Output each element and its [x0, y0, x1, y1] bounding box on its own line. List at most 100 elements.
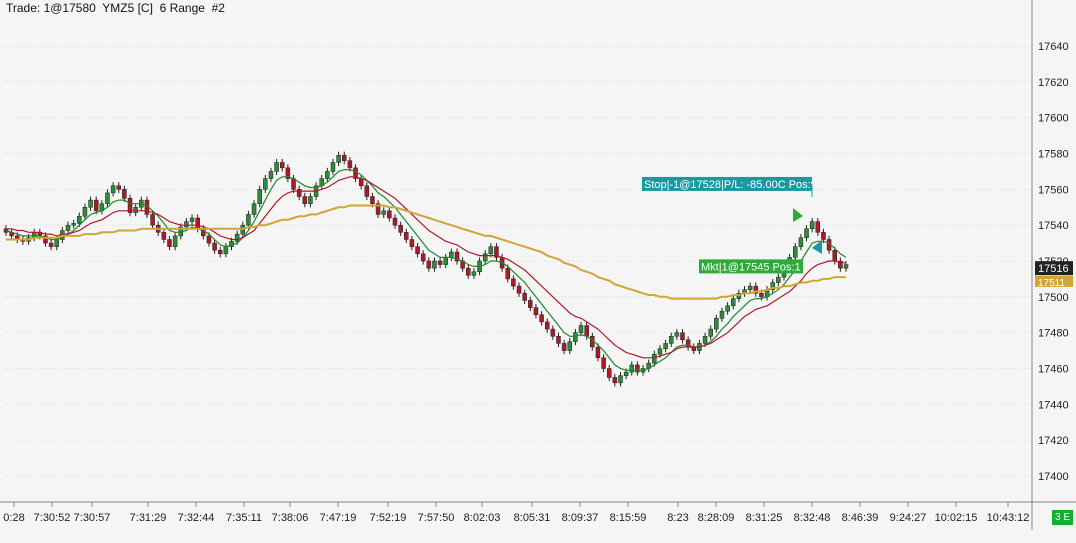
candle-body[interactable] — [167, 239, 172, 247]
candle-body[interactable] — [674, 332, 680, 337]
market-order-label[interactable]: Mkt|1@17545 Pos:1 — [701, 261, 801, 273]
candle-body[interactable] — [652, 353, 657, 364]
candle-body[interactable] — [223, 246, 229, 255]
candle-body[interactable] — [505, 267, 510, 280]
candle-body[interactable] — [257, 189, 262, 204]
candle-body[interactable] — [217, 250, 223, 255]
candle-body[interactable] — [815, 221, 821, 233]
candle-body[interactable] — [511, 278, 516, 287]
candle-body[interactable] — [730, 298, 736, 307]
candle-body[interactable] — [714, 318, 719, 330]
candle-body[interactable] — [195, 217, 200, 229]
candle-body[interactable] — [821, 232, 826, 240]
candle-body[interactable] — [539, 314, 544, 323]
candle-body[interactable] — [105, 192, 110, 204]
candle-body[interactable] — [663, 343, 668, 350]
candle-body[interactable] — [482, 253, 488, 262]
candle-body[interactable] — [381, 210, 386, 215]
candle-body[interactable] — [251, 203, 257, 215]
candle-body[interactable] — [370, 196, 375, 204]
candle-body[interactable] — [409, 239, 415, 247]
candle-body[interactable] — [82, 207, 88, 217]
candle-body[interactable] — [392, 217, 398, 226]
candle-body[interactable] — [629, 364, 635, 373]
candle-body[interactable] — [606, 368, 612, 378]
candle-body[interactable] — [618, 375, 623, 384]
candle-body[interactable] — [612, 377, 618, 384]
candle-body[interactable] — [364, 185, 370, 197]
candle-body[interactable] — [302, 196, 308, 204]
candle-body[interactable] — [550, 328, 556, 337]
candle-body[interactable] — [54, 239, 59, 247]
candle-body[interactable] — [110, 185, 116, 194]
candle-body[interactable] — [172, 235, 178, 247]
candle-body[interactable] — [116, 185, 122, 190]
candle-body[interactable] — [516, 285, 522, 294]
candle-body[interactable] — [578, 325, 584, 333]
candle-body[interactable] — [747, 285, 753, 290]
candle-body[interactable] — [77, 215, 82, 224]
price-chart[interactable]: 1740017420174401746017480175001752017540… — [0, 0, 1076, 543]
candle-body[interactable] — [725, 305, 730, 312]
candle-body[interactable] — [635, 364, 640, 373]
candle-body[interactable] — [488, 246, 494, 255]
candle-body[interactable] — [71, 223, 76, 226]
candle-body[interactable] — [623, 371, 629, 376]
candle-body[interactable] — [657, 348, 663, 355]
candle-body[interactable] — [843, 264, 849, 269]
candle-body[interactable] — [150, 214, 155, 226]
candle-body[interactable] — [274, 162, 279, 172]
candle-body[interactable] — [161, 232, 167, 240]
candle-body[interactable] — [466, 267, 471, 276]
candle-body[interactable] — [668, 336, 674, 344]
candle-body[interactable] — [449, 251, 454, 258]
candle-body[interactable] — [544, 321, 550, 330]
candle-body[interactable] — [437, 260, 443, 265]
candle-body[interactable] — [573, 332, 578, 342]
candle-body[interactable] — [719, 310, 725, 319]
candle-body[interactable] — [528, 300, 533, 308]
candle-body[interactable] — [832, 250, 837, 262]
candle-body[interactable] — [804, 228, 809, 238]
candle-body[interactable] — [567, 341, 573, 351]
candle-body[interactable] — [268, 171, 274, 179]
candle-body[interactable] — [584, 325, 589, 337]
candle-body[interactable] — [432, 260, 437, 269]
candle-body[interactable] — [708, 328, 713, 337]
candle-body[interactable] — [206, 235, 212, 244]
candle-body[interactable] — [798, 237, 804, 247]
candle-body[interactable] — [65, 224, 71, 231]
candle-body[interactable] — [556, 336, 561, 344]
candle-body[interactable] — [601, 357, 606, 369]
candle-body[interactable] — [533, 307, 539, 316]
candle-body[interactable] — [184, 221, 189, 228]
candle-body[interactable] — [793, 246, 798, 258]
candle-body[interactable] — [415, 246, 420, 255]
candle-body[interactable] — [93, 199, 99, 212]
candle-body[interactable] — [443, 257, 448, 265]
candle-body[interactable] — [133, 207, 138, 213]
candle-body[interactable] — [189, 217, 195, 222]
connection-status-badge[interactable]: 3 E — [1052, 510, 1073, 525]
candle-body[interactable] — [471, 271, 477, 276]
candle-body[interactable] — [234, 233, 240, 242]
candle-body[interactable] — [296, 189, 302, 197]
candle-body[interactable] — [387, 210, 392, 219]
candle-body[interactable] — [426, 260, 432, 269]
candle-body[interactable] — [342, 155, 347, 161]
stop-order-label[interactable]: Stop|-1@17528|P/L: -85.00C Pos:0 — [644, 179, 817, 191]
candle-body[interactable] — [595, 346, 601, 358]
candle-body[interactable] — [398, 224, 403, 233]
candle-body[interactable] — [246, 214, 251, 226]
candle-body[interactable] — [325, 171, 330, 179]
candle-body[interactable] — [263, 178, 268, 190]
candle-body[interactable] — [776, 276, 781, 283]
candle-body[interactable] — [759, 293, 764, 298]
candle-body[interactable] — [404, 232, 409, 240]
chart-canvas[interactable]: 1740017420174401746017480175001752017540… — [0, 0, 1076, 543]
candle-body[interactable] — [680, 332, 685, 341]
candle-body[interactable] — [308, 196, 313, 204]
candle-body[interactable] — [122, 189, 127, 199]
candle-body[interactable] — [702, 336, 708, 344]
candle-body[interactable] — [336, 155, 341, 163]
